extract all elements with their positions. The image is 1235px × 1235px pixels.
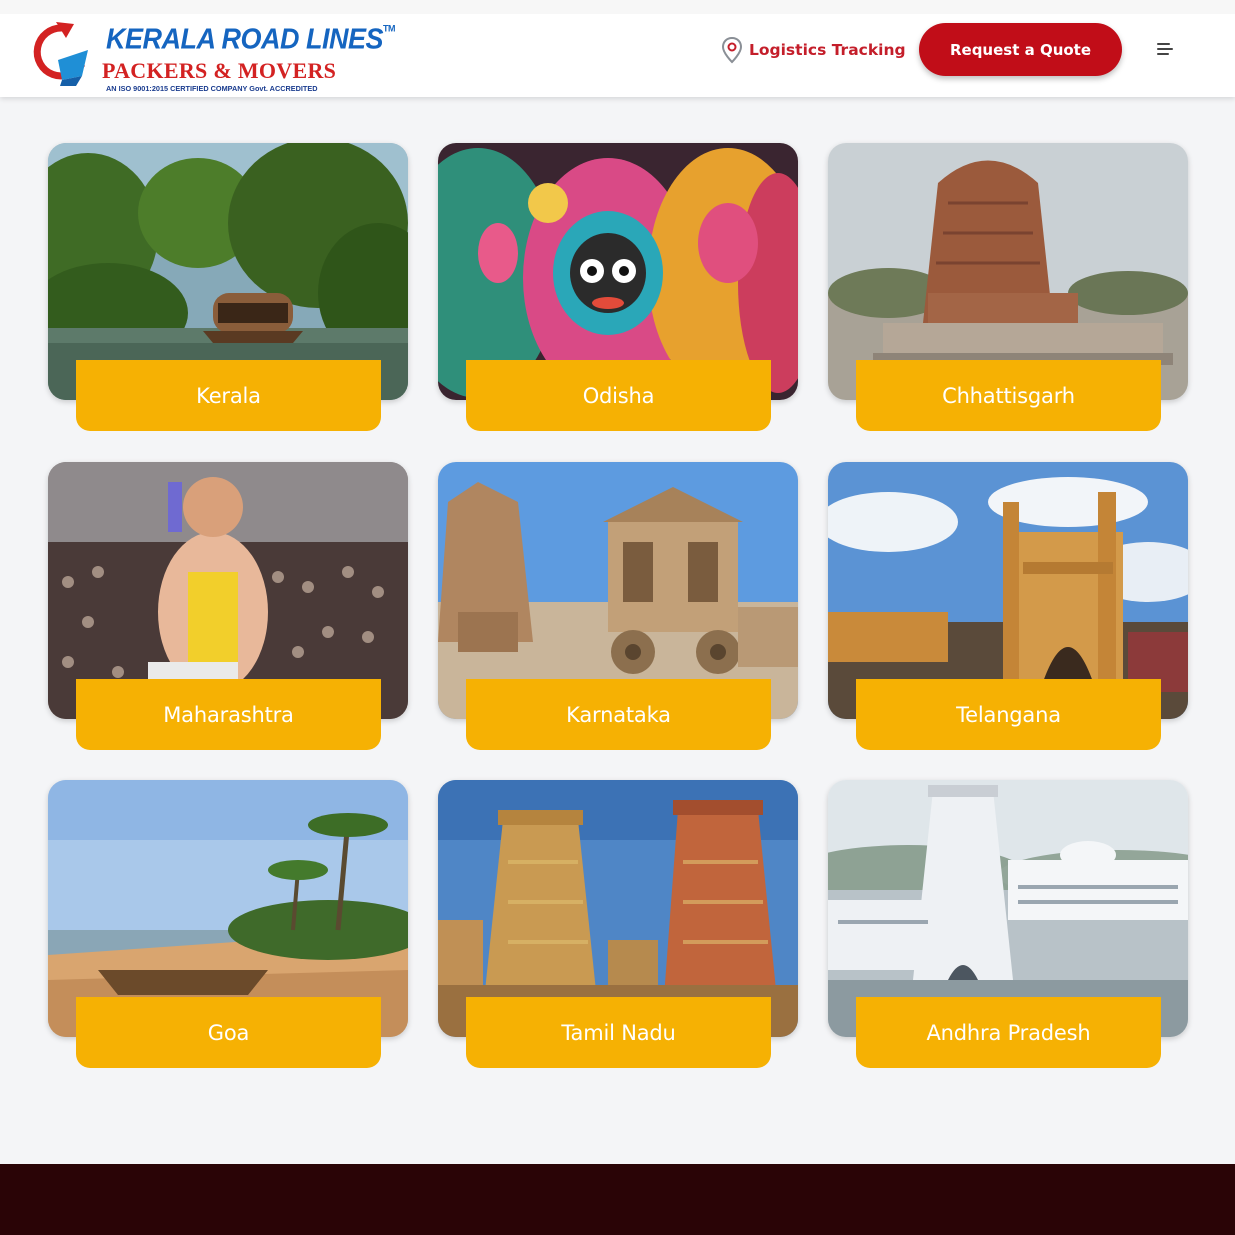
state-card-telangana[interactable]: Telangana bbox=[828, 462, 1188, 750]
location-pin-icon bbox=[721, 36, 743, 64]
logistics-tracking-link[interactable]: Logistics Tracking bbox=[721, 36, 906, 64]
brand-subtitle: PACKERS & MOVERS bbox=[102, 58, 337, 83]
state-card-karnataka[interactable]: Karnataka bbox=[438, 462, 798, 750]
state-label: Andhra Pradesh bbox=[856, 997, 1161, 1068]
menu-icon[interactable] bbox=[1153, 38, 1177, 60]
state-label: Goa bbox=[76, 997, 381, 1068]
state-label: Odisha bbox=[466, 360, 771, 431]
brand-title: KERALA ROAD LINESTM bbox=[106, 23, 396, 55]
page: KERALA ROAD LINESTM PACKERS & MOVERS AN … bbox=[0, 0, 1235, 1235]
state-label: Tamil Nadu bbox=[466, 997, 771, 1068]
brand-certification: AN ISO 9001:2015 CERTIFIED COMPANY Govt.… bbox=[106, 84, 318, 93]
state-card-odisha[interactable]: Odisha bbox=[438, 143, 798, 431]
site-header: KERALA ROAD LINESTM PACKERS & MOVERS AN … bbox=[0, 0, 1235, 97]
states-grid: Kerala Odisha Chhattisgarh Maharashtra K… bbox=[48, 143, 1188, 1068]
state-card-kerala[interactable]: Kerala bbox=[48, 143, 408, 431]
brand-logo[interactable]: KERALA ROAD LINESTM PACKERS & MOVERS AN … bbox=[30, 18, 396, 100]
state-label: Karnataka bbox=[466, 679, 771, 750]
logistics-tracking-label: Logistics Tracking bbox=[749, 41, 906, 59]
state-card-maharashtra[interactable]: Maharashtra bbox=[48, 462, 408, 750]
state-card-tamil-nadu[interactable]: Tamil Nadu bbox=[438, 780, 798, 1068]
request-quote-button[interactable]: Request a Quote bbox=[919, 23, 1122, 76]
state-card-chhattisgarh[interactable]: Chhattisgarh bbox=[828, 143, 1188, 431]
state-label: Maharashtra bbox=[76, 679, 381, 750]
state-label: Telangana bbox=[856, 679, 1161, 750]
state-card-andhra-pradesh[interactable]: Andhra Pradesh bbox=[828, 780, 1188, 1068]
state-label: Chhattisgarh bbox=[856, 360, 1161, 431]
site-footer bbox=[0, 1164, 1235, 1235]
state-card-goa[interactable]: Goa bbox=[48, 780, 408, 1068]
state-label: Kerala bbox=[76, 360, 381, 431]
logo-arrow-icon bbox=[33, 22, 88, 86]
